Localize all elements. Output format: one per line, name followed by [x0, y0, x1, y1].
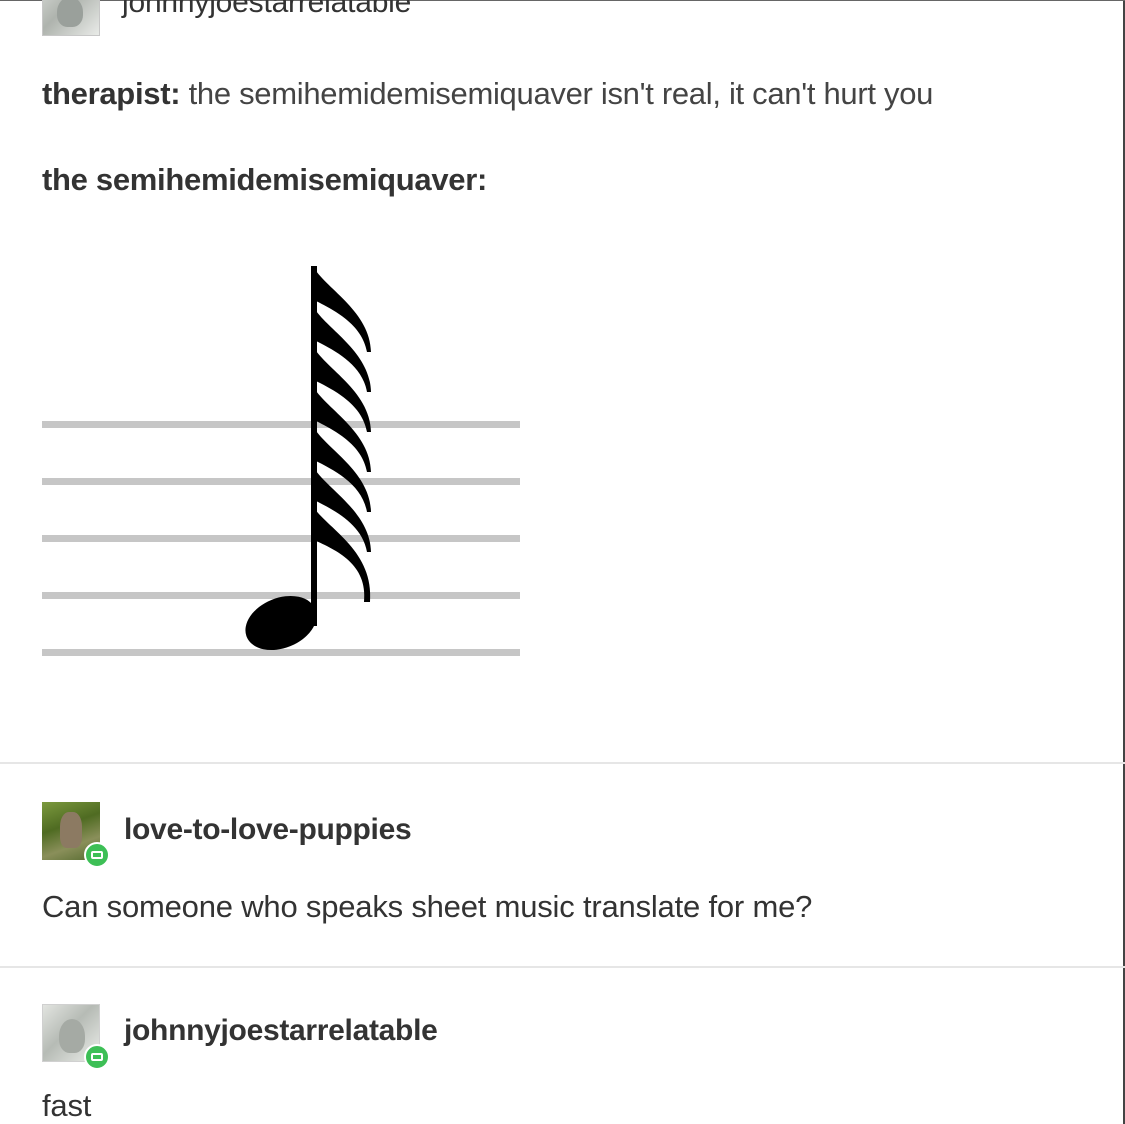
speaker-label: therapist: [42, 76, 181, 111]
divider [0, 966, 1125, 968]
note-flags [314, 268, 371, 602]
reply-text: Can someone who speaks sheet music trans… [42, 889, 813, 924]
reply-username[interactable]: love-to-love-puppies [124, 813, 412, 847]
reply-username[interactable]: johnnyjoestarrelatable [124, 1014, 438, 1048]
post-author-avatar[interactable] [42, 0, 100, 36]
reply-avatar-puppies[interactable] [42, 802, 110, 868]
reply-text: fast [42, 1088, 92, 1123]
character-figure [59, 1019, 85, 1053]
staff-line-2 [42, 478, 520, 485]
post-author-username[interactable]: johnnyjoestarrelatable [122, 0, 411, 20]
divider [0, 762, 1125, 764]
note [245, 266, 371, 651]
therapist-quote: the semihemidemisemiquaver isn't real, i… [180, 76, 934, 111]
post-line-therapist: therapist: the semihemidemisemiquaver is… [42, 76, 933, 112]
reblog-badge-icon [84, 1044, 110, 1070]
tumblr-post-screenshot: johnnyjoestarrelatable therapist: the se… [0, 0, 1125, 1124]
avatar-figure [57, 0, 83, 27]
staff-line-3 [42, 535, 520, 542]
staff-line-5 [42, 649, 520, 656]
reply-avatar-johnny[interactable] [42, 1004, 110, 1070]
post-line-note-title: the semihemidemisemiquaver: [42, 162, 488, 197]
semihemidemisemiquaver-image [42, 266, 520, 656]
dog-figure [60, 812, 82, 848]
reblog-badge-icon [84, 842, 110, 868]
staff-line-1 [42, 421, 520, 428]
